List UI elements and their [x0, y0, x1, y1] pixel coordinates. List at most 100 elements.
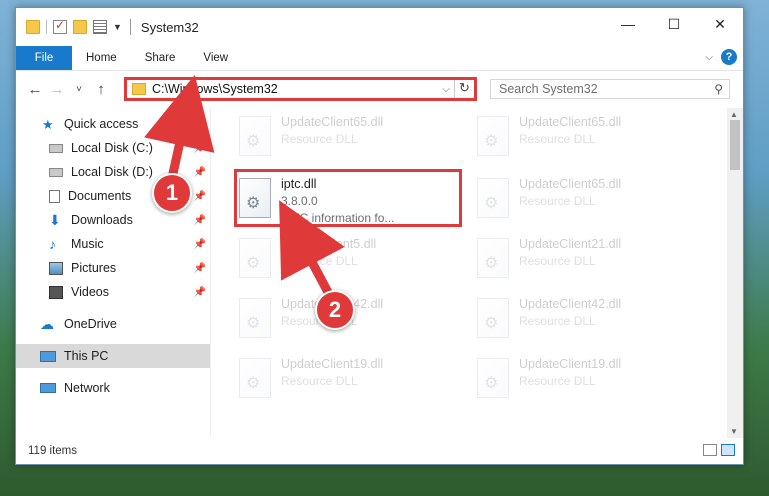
list-item[interactable]: UpdateClient42.dll Resource DLL	[473, 292, 698, 348]
file-name: UpdateClient19.dll	[281, 357, 384, 371]
list-item[interactable]: UpdateClient19.dll Resource DLL	[473, 352, 698, 408]
sidebar-item-quick-access[interactable]: ★ Quick access	[16, 112, 210, 136]
tab-home[interactable]: Home	[72, 46, 131, 70]
downloads-icon: ⬇	[49, 211, 61, 228]
videos-icon	[49, 285, 63, 299]
forward-button[interactable]: →	[46, 81, 68, 98]
file-name: UpdateClient65.dll	[519, 177, 622, 191]
pin-icon[interactable]: 📌	[194, 167, 206, 178]
dll-file-icon	[239, 238, 271, 278]
list-item[interactable]: UpdateClient65.dll Resource DLL	[235, 110, 460, 166]
sidebar-item-local-disk-c[interactable]: Local Disk (C:) 📌	[16, 136, 210, 160]
sidebar-item-pictures[interactable]: Pictures 📌	[16, 256, 210, 280]
file-name: UpdateClient21.dll	[519, 237, 622, 251]
address-dropdown-icon[interactable]: ⌵	[438, 84, 454, 95]
file-explorer-window: ▼ System32 — ☐ ✕ File Home Share View ⌵ …	[15, 7, 744, 465]
new-folder-icon[interactable]	[73, 20, 87, 34]
scrollbar-thumb[interactable]	[730, 120, 740, 170]
file-type: Resource DLL	[519, 314, 596, 328]
vertical-scrollbar[interactable]: ▲ ▼	[727, 108, 743, 438]
dll-file-icon	[477, 298, 509, 338]
tab-file[interactable]: File	[16, 46, 72, 70]
file-type: Resource DLL	[281, 132, 358, 146]
pictures-icon	[49, 261, 63, 275]
item-count: 119 items	[28, 445, 78, 457]
up-button[interactable]: ↑	[90, 81, 112, 98]
view-toggle	[703, 444, 735, 456]
search-input[interactable]: Search System32 ⚲	[490, 79, 730, 99]
list-item[interactable]: UpdateClient65.dll Resource DLL	[473, 110, 698, 166]
minimize-button[interactable]: —	[605, 8, 651, 40]
sidebar-item-network[interactable]: Network	[16, 376, 210, 400]
pc-icon	[40, 350, 56, 362]
pin-icon[interactable]: 📌	[194, 215, 206, 226]
address-path[interactable]: C:\Windows\System32	[152, 82, 438, 96]
divider	[46, 20, 47, 34]
pin-icon[interactable]: 📌	[194, 239, 206, 250]
close-button[interactable]: ✕	[697, 8, 743, 40]
navigation-bar: ← → ˅ ↑ C:\Windows\System32 ⌵ ↻ Search S…	[16, 70, 743, 108]
step-2-badge: 2	[315, 290, 355, 330]
file-type: Resource DLL	[519, 254, 596, 268]
dll-file-icon	[239, 358, 271, 398]
file-type: Resource DLL	[281, 374, 358, 388]
folder-icon	[132, 83, 146, 95]
sidebar-item-onedrive[interactable]: ☁ OneDrive	[16, 312, 210, 336]
sidebar-item-label: Music	[71, 237, 104, 251]
refresh-icon[interactable]: ↻	[454, 80, 474, 98]
sidebar-item-label: Network	[64, 381, 110, 395]
pin-icon[interactable]: 📌	[194, 287, 206, 298]
sidebar-item-downloads[interactable]: ⬇ Downloads 📌	[16, 208, 210, 232]
maximize-button[interactable]: ☐	[651, 8, 697, 40]
tab-view[interactable]: View	[189, 46, 242, 70]
customize-toolbar-dropdown-icon[interactable]: ▼	[113, 22, 122, 32]
list-item[interactable]: UpdateClient19.dll Resource DLL	[235, 352, 460, 408]
file-type: Resource DLL	[519, 132, 596, 146]
help-icon[interactable]: ?	[721, 49, 737, 65]
properties-check-icon[interactable]	[53, 18, 67, 34]
sidebar-item-label: This PC	[64, 349, 109, 363]
file-name: UpdateClient5.dll	[281, 237, 377, 251]
sidebar-item-music[interactable]: ♪ Music 📌	[16, 232, 210, 256]
list-item[interactable]: UpdateClient5.dll Resource DLL	[235, 232, 460, 288]
file-name: UpdateClient19.dll	[519, 357, 622, 371]
search-icon[interactable]: ⚲	[714, 82, 723, 96]
drive-icon	[49, 167, 63, 177]
scroll-down-icon[interactable]: ▼	[730, 427, 738, 436]
sidebar-item-label: OneDrive	[64, 317, 117, 331]
pin-icon[interactable]: 📌	[194, 263, 206, 274]
tab-share[interactable]: Share	[131, 46, 190, 70]
list-item[interactable]: UpdateClient21.dll Resource DLL	[473, 232, 698, 288]
file-name: UpdateClient65.dll	[519, 115, 622, 129]
dll-file-icon	[239, 116, 271, 156]
star-icon: ★	[42, 116, 54, 132]
tiles-view-icon[interactable]	[721, 444, 735, 456]
address-bar[interactable]: C:\Windows\System32 ⌵ ↻	[124, 77, 477, 101]
network-icon	[40, 383, 56, 393]
sidebar-item-label: Downloads	[71, 213, 133, 227]
cloud-icon: ☁	[40, 315, 54, 332]
recent-locations-button[interactable]: ˅	[68, 84, 90, 95]
step-1-badge: 1	[152, 173, 192, 213]
properties-icon[interactable]	[93, 20, 107, 34]
folder-icon	[26, 20, 40, 34]
sidebar-item-videos[interactable]: Videos 📌	[16, 280, 210, 304]
sidebar-item-label: Documents	[68, 189, 132, 203]
sidebar-item-this-pc[interactable]: This PC	[16, 344, 210, 368]
sidebar-item-label: Local Disk (C:)	[71, 141, 153, 155]
pin-icon[interactable]: 📌	[194, 191, 206, 202]
navigation-pane: ★ Quick access Local Disk (C:) 📌 Local D…	[16, 108, 211, 438]
drive-icon	[49, 143, 63, 153]
file-name: UpdateClient42.dll	[519, 297, 622, 311]
sidebar-item-label: Pictures	[71, 261, 117, 275]
scroll-up-icon[interactable]: ▲	[730, 110, 738, 119]
highlight-box	[234, 169, 462, 227]
back-button[interactable]: ←	[24, 81, 46, 98]
pin-icon[interactable]: 📌	[194, 143, 206, 154]
expand-ribbon-chevron-icon[interactable]: ⌵	[705, 52, 713, 63]
sidebar-item-label: Local Disk (D:)	[71, 165, 153, 179]
sidebar-item-label: Videos	[71, 285, 109, 299]
details-view-icon[interactable]	[703, 444, 717, 456]
list-item[interactable]: UpdateClient65.dll Resource DLL	[473, 172, 698, 228]
divider	[129, 19, 131, 35]
